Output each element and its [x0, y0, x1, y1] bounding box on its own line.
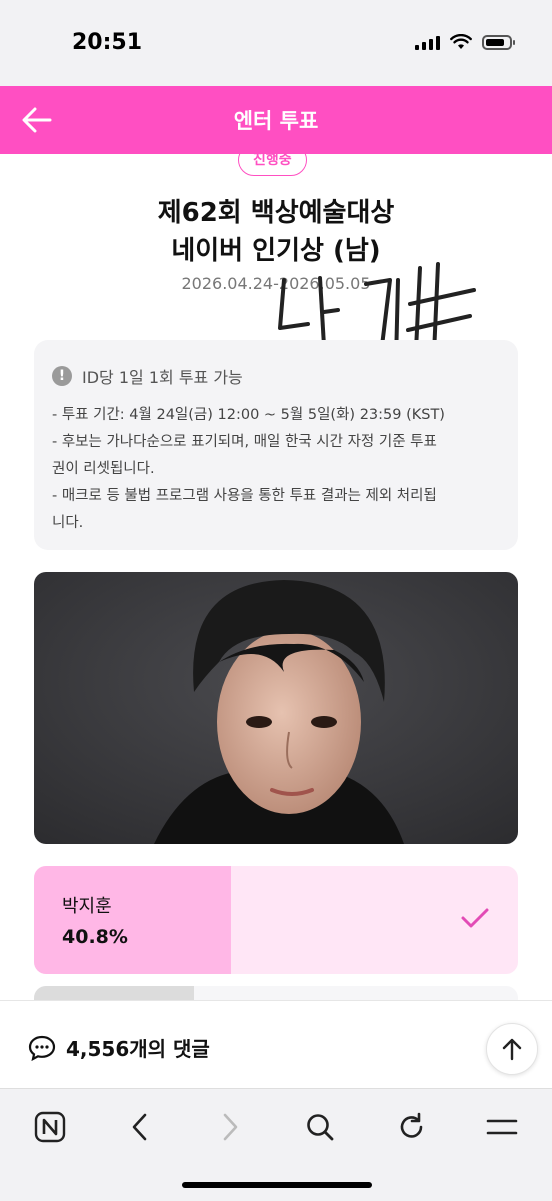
vote-title-line1: 제62회 백상예술대상 — [157, 198, 395, 228]
search-icon — [307, 1114, 334, 1141]
comment-bubble-icon — [28, 1035, 56, 1061]
wifi-icon — [450, 34, 472, 49]
forward-button[interactable] — [210, 1107, 250, 1147]
candidate-photo — [34, 572, 518, 844]
check-icon — [461, 908, 489, 928]
vote-progress-fill — [34, 866, 232, 974]
notice-lines: - 투표 기간: 4월 24일(금) 12:00 ~ 5월 5일(화) 23:5… — [52, 402, 510, 537]
page-title: 엔터 투표 — [233, 109, 319, 133]
status-icons — [415, 34, 515, 50]
status-badge: 진행중 — [238, 154, 307, 176]
menu-icon — [486, 1119, 518, 1135]
candidate-vote-row[interactable]: 박지훈 40.8% — [34, 866, 518, 974]
vote-content: 진행중 제62회 백상예술대상 네이버 인기상 (남) 2026.04.24-2… — [0, 154, 552, 1000]
candidate-name: 박지훈 — [62, 896, 112, 917]
status-bar: 20:51 — [0, 0, 552, 86]
back-chevron-icon — [132, 1113, 147, 1141]
notice-line: - 투표 기간: 4월 24일(금) 12:00 ~ 5월 5일(화) 23:5… — [52, 407, 445, 423]
naver-home-button[interactable] — [30, 1107, 70, 1147]
naver-home-icon — [34, 1111, 66, 1143]
notice-line: 니다. — [52, 515, 84, 531]
back-button[interactable] — [120, 1107, 160, 1147]
candidate-percent: 40.8% — [62, 926, 128, 948]
notice-line: - 후보는 가나다순으로 표기되며, 매일 한국 시간 자정 기준 투표 — [52, 434, 437, 450]
status-time: 20:51 — [72, 30, 143, 55]
arrow-left-icon[interactable] — [20, 104, 54, 136]
vote-progress-fill — [34, 986, 194, 1000]
battery-icon — [482, 34, 515, 50]
app-bar: 엔터 투표 — [0, 86, 552, 154]
notice-heading-text: ID당 1일 1회 투표 가능 — [82, 368, 243, 387]
comments-count: 4,556개의 댓글 — [66, 1037, 210, 1061]
notice-line: 권이 리셋됩니다. — [52, 461, 155, 477]
refresh-button[interactable] — [392, 1107, 432, 1147]
refresh-icon — [400, 1112, 423, 1138]
candidate-vote-row[interactable] — [34, 986, 518, 1000]
signal-icon — [415, 34, 440, 50]
forward-chevron-icon — [223, 1113, 238, 1141]
menu-button[interactable] — [482, 1107, 522, 1147]
comments-bar: 4,556개의 댓글 — [0, 1000, 552, 1089]
info-icon: ! — [52, 366, 72, 386]
search-button[interactable] — [300, 1107, 340, 1147]
scroll-top-button[interactable] — [486, 1023, 538, 1075]
arrow-up-icon — [502, 1038, 522, 1061]
home-indicator — [182, 1182, 372, 1188]
notice-heading: ! ID당 1일 1회 투표 가능 — [52, 364, 243, 388]
notice-box: ! ID당 1일 1회 투표 가능 - 투표 기간: 4월 24일(금) 12:… — [34, 340, 518, 550]
comments-link[interactable]: 4,556개의 댓글 — [28, 1033, 210, 1062]
notice-line: - 매크로 등 불법 프로그램 사용을 통한 투표 결과는 제외 처리됩 — [52, 488, 437, 504]
